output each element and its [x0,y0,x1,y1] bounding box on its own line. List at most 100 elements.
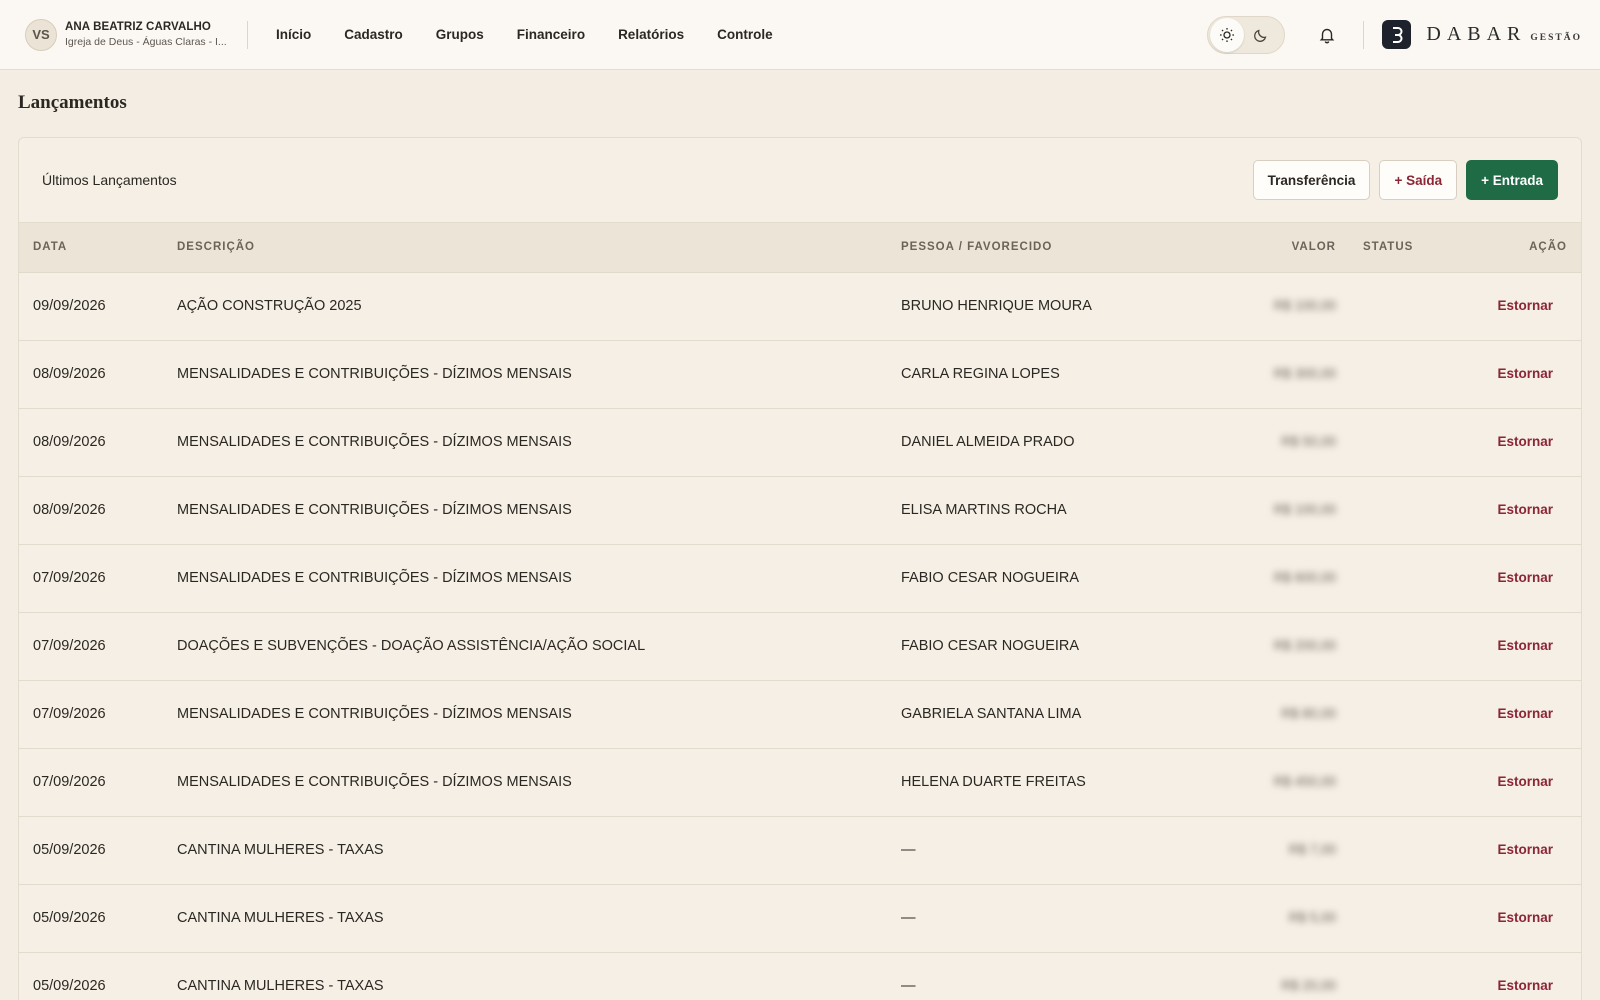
column-header-person: PESSOA / FAVORECIDO [901,223,1201,273]
table-row: 08/09/2026 MENSALIDADES E CONTRIBUIÇÕES -… [19,408,1581,476]
cell-value: R$ 300,00 [1273,366,1336,381]
cell-value: R$ 50,00 [1281,434,1336,449]
main-nav: Início Cadastro Grupos Financeiro Relató… [276,27,806,42]
reverse-button[interactable]: Estornar [1497,638,1553,653]
cell-value: R$ 5,00 [1288,910,1336,925]
nav-item-inicio[interactable]: Início [276,27,311,42]
cell-person: FABIO CESAR NOGUEIRA [901,638,1080,654]
cell-person: FABIO CESAR NOGUEIRA [901,570,1080,586]
page-title: Lançamentos [18,92,127,113]
cell-date: 07/09/2026 [33,638,106,654]
table-row: 07/09/2026 DOAÇÕES E SUBVENÇÕES - DOAÇÃO … [19,612,1581,680]
cell-description: CANTINA MULHERES - TAXAS [177,910,384,926]
reverse-button[interactable]: Estornar [1497,774,1553,789]
reverse-button[interactable]: Estornar [1497,434,1553,449]
cell-person: — [901,910,916,926]
table-header-row: DATA DESCRIÇÃO PESSOA / FAVORECIDO VALOR… [19,223,1581,273]
table-row: 05/09/2026 CANTINA MULHERES - TAXAS — R$ 7,… [19,816,1581,884]
nav-item-cadastro[interactable]: Cadastro [344,27,403,42]
table-row: 05/09/2026 CANTINA MULHERES - TAXAS — R$ 5,… [19,884,1581,952]
table-row: 07/09/2026 MENSALIDADES E CONTRIBUIÇÕES -… [19,544,1581,612]
cell-date: 05/09/2026 [33,978,106,994]
cell-value: R$ 100,00 [1273,298,1336,313]
brand-subtitle: GESTÃO [1530,32,1582,43]
reverse-button[interactable]: Estornar [1497,706,1553,721]
table-row: 09/09/2026 AÇÃO CONSTRUÇÃO 2025 BRUNO HENR… [19,272,1581,340]
cell-person: — [901,978,916,994]
reverse-button[interactable]: Estornar [1497,502,1553,517]
cell-date: 07/09/2026 [33,774,106,790]
table-row: 07/09/2026 MENSALIDADES E CONTRIBUIÇÕES -… [19,748,1581,816]
cell-person: — [901,842,916,858]
transfer-button[interactable]: Transferência [1252,160,1371,200]
user-organization: Igreja de Deus - Águas Claras - I... [65,35,227,48]
divider [247,20,248,49]
column-header-date: DATA [19,223,177,273]
nav-item-relatorios[interactable]: Relatórios [618,27,684,42]
toolbar-right: DABAR GESTÃO [1207,15,1582,54]
cell-description: MENSALIDADES E CONTRIBUIÇÕES - DÍZIMOS M… [177,502,572,518]
theme-toggle[interactable] [1207,15,1286,54]
cell-description: CANTINA MULHERES - TAXAS [177,978,384,994]
cell-person: CARLA REGINA LOPES [901,366,1060,382]
cell-value: R$ 7,00 [1288,842,1336,857]
cell-value: R$ 100,00 [1273,502,1336,517]
reverse-button[interactable]: Estornar [1497,978,1553,993]
table-row: 07/09/2026 MENSALIDADES E CONTRIBUIÇÕES -… [19,680,1581,748]
table-row: 08/09/2026 MENSALIDADES E CONTRIBUIÇÕES -… [19,476,1581,544]
reverse-button[interactable]: Estornar [1497,842,1553,857]
reverse-button[interactable]: Estornar [1497,570,1553,585]
cell-description: MENSALIDADES E CONTRIBUIÇÕES - DÍZIMOS M… [177,774,572,790]
avatar[interactable]: VS [25,18,57,51]
brand-name: DABAR [1426,23,1527,45]
bell-icon[interactable] [1315,23,1339,47]
cell-value: R$ 450,00 [1273,774,1336,789]
moon-icon[interactable] [1244,18,1278,52]
reverse-button[interactable]: Estornar [1497,910,1553,925]
cell-date: 09/09/2026 [33,298,106,314]
column-header-action: AÇÃO [1496,223,1581,273]
cell-description: AÇÃO CONSTRUÇÃO 2025 [177,298,362,314]
cell-description: MENSALIDADES E CONTRIBUIÇÕES - DÍZIMOS M… [177,434,572,450]
cell-value: R$ 200,00 [1273,638,1336,653]
cell-date: 08/09/2026 [33,366,106,382]
cell-description: MENSALIDADES E CONTRIBUIÇÕES - DÍZIMOS M… [177,570,572,586]
cell-date: 07/09/2026 [33,570,106,586]
cell-value: R$ 20,00 [1281,978,1336,993]
cell-person: DANIEL ALMEIDA PRADO [901,434,1075,450]
table-row: 08/09/2026 MENSALIDADES E CONTRIBUIÇÕES -… [19,340,1581,408]
cell-person: ELISA MARTINS ROCHA [901,502,1067,518]
add-expense-button[interactable]: + Saída [1379,160,1458,200]
divider [1363,20,1365,49]
card-actions: Transferência + Saída + Entrada [1252,160,1558,200]
sun-icon[interactable] [1210,17,1245,52]
cell-value: R$ 80,00 [1281,706,1336,721]
cell-description: MENSALIDADES E CONTRIBUIÇÕES - DÍZIMOS M… [177,706,572,722]
table-body: 09/09/2026 AÇÃO CONSTRUÇÃO 2025 BRUNO HENR… [19,272,1581,1000]
card-title: Últimos Lançamentos [42,172,177,188]
reverse-button[interactable]: Estornar [1497,298,1553,313]
nav-item-controle[interactable]: Controle [717,27,773,42]
cell-date: 05/09/2026 [33,910,106,926]
cell-date: 08/09/2026 [33,502,106,518]
cell-person: BRUNO HENRIQUE MOURA [901,298,1092,314]
column-header-description: DESCRIÇÃO [177,223,901,273]
cell-description: CANTINA MULHERES - TAXAS [177,842,384,858]
user-menu[interactable]: VS ANA BEATRIZ CARVALHO Igreja de Deus -… [25,18,247,51]
reverse-button[interactable]: Estornar [1497,366,1553,381]
table-row: 05/09/2026 CANTINA MULHERES - TAXAS — R$ 20… [19,952,1581,1000]
add-income-button[interactable]: + Entrada [1466,160,1558,200]
nav-item-financeiro[interactable]: Financeiro [517,27,585,42]
top-bar: VS ANA BEATRIZ CARVALHO Igreja de Deus -… [0,0,1600,70]
card-header: Últimos Lançamentos Transferência + Saíd… [19,138,1581,223]
nav-item-grupos[interactable]: Grupos [436,27,484,42]
brand: DABAR GESTÃO [1382,20,1582,49]
column-header-status: STATUS [1336,223,1496,273]
user-name: ANA BEATRIZ CARVALHO [65,20,211,33]
cell-description: DOAÇÕES E SUBVENÇÕES - DOAÇÃO ASSISTÊNCI… [177,638,646,654]
cell-date: 07/09/2026 [33,706,106,722]
cell-date: 05/09/2026 [33,842,106,858]
cell-person: GABRIELA SANTANA LIMA [901,706,1082,722]
cell-value: R$ 600,00 [1273,570,1336,585]
brand-logo-icon [1382,20,1412,49]
